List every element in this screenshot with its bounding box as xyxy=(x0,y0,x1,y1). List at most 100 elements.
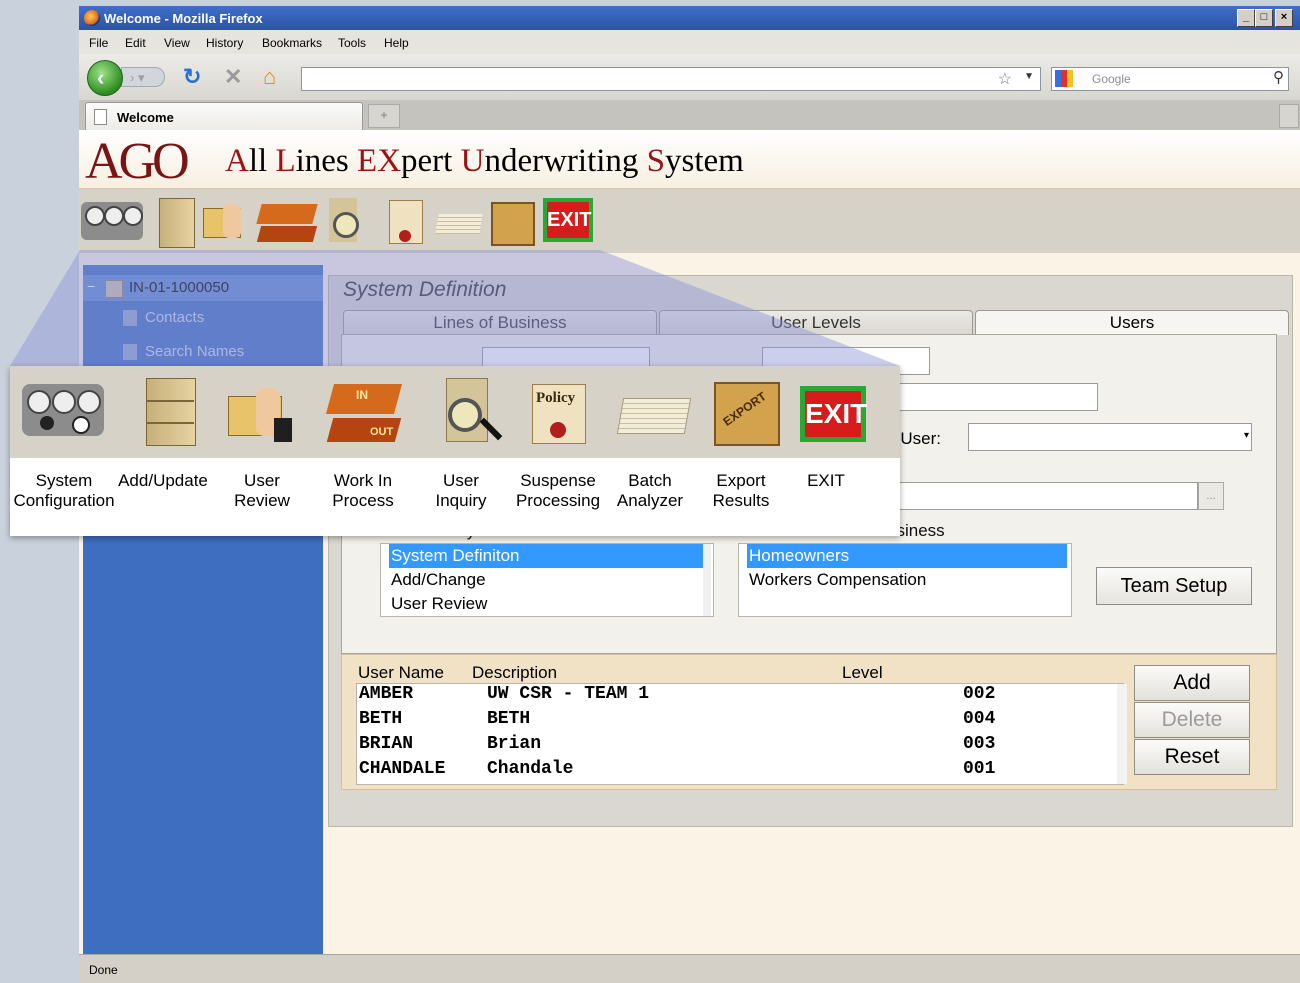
delete-button[interactable]: Delete xyxy=(1134,702,1250,738)
menu-tools[interactable]: Tools xyxy=(338,36,366,50)
back-button[interactable]: ‹ xyxy=(87,60,123,96)
menu-edit[interactable]: Edit xyxy=(125,36,146,50)
tab-users[interactable]: Users xyxy=(975,310,1289,335)
web-content: AGO All Lines EXpert Underwriting System xyxy=(79,130,1300,954)
url-field[interactable]: ☆ ▼ xyxy=(301,67,1041,91)
tab-lines-of-business[interactable]: Lines of Business xyxy=(343,310,657,335)
menu-bookmarks[interactable]: Bookmarks xyxy=(262,36,322,50)
toolbar-label-user-inquiry[interactable]: User Inquiry xyxy=(422,471,500,511)
thumbs-up-icon[interactable] xyxy=(228,378,296,446)
system-definition-panel: System Definition Lines of Business User… xyxy=(328,275,1293,827)
table-row[interactable]: BETH BETH 004 xyxy=(359,709,1109,734)
table-row[interactable]: CHANDALE Chandale 001 xyxy=(359,759,1109,784)
close-button[interactable]: × xyxy=(1275,9,1293,27)
bookmark-star-icon[interactable]: ☆ xyxy=(998,69,1012,89)
list-item[interactable]: Workers Compensation xyxy=(749,568,926,592)
forward-button[interactable]: › ▾ xyxy=(121,67,165,87)
export-crate-icon[interactable]: EXPORT xyxy=(712,378,780,446)
tree-item-label: Contacts xyxy=(145,309,205,326)
paper-stack-icon[interactable] xyxy=(616,378,692,446)
list-item[interactable]: Homeowners xyxy=(747,544,1067,568)
column-header-level: Level xyxy=(842,663,883,682)
menu-view[interactable]: View xyxy=(164,36,190,50)
maximize-button[interactable]: □ xyxy=(1255,9,1273,27)
users-table[interactable]: AMBER UW CSR - TEAM 1 002 BETH BETH 004 … xyxy=(356,683,1127,785)
minimize-button[interactable]: _ xyxy=(1237,9,1255,27)
gauges-icon[interactable] xyxy=(20,378,106,446)
ago-logo: AGO xyxy=(85,133,190,190)
collapse-icon[interactable]: − xyxy=(87,278,97,294)
menu-bar: File Edit View History Bookmarks Tools H… xyxy=(79,30,1300,54)
in-out-tray-icon[interactable]: IN OUT xyxy=(325,378,406,446)
reload-icon[interactable]: ↻ xyxy=(183,65,201,89)
policy-scroll-icon[interactable] xyxy=(379,196,429,246)
app-toolbar: EXIT xyxy=(79,189,1300,253)
toolbar-label-work-in-process[interactable]: Work In Process xyxy=(320,471,406,511)
tab-user-levels[interactable]: User Levels xyxy=(659,310,973,335)
chevron-down-icon[interactable]: ▾ xyxy=(1244,430,1249,441)
browse-button[interactable]: ... xyxy=(1198,482,1224,510)
exit-sign-icon[interactable]: EXIT xyxy=(541,196,597,246)
system-functions-list[interactable]: System Definiton Add/Change User Review xyxy=(380,543,714,617)
toolbar-label-suspense-processing[interactable]: Suspense Processing xyxy=(512,471,604,511)
status-text: Done xyxy=(89,963,118,977)
stop-icon[interactable]: ✕ xyxy=(224,65,242,89)
new-tab-button[interactable]: + xyxy=(368,104,400,128)
browser-tab-welcome[interactable]: Welcome xyxy=(85,102,363,131)
tree-root-label: IN-01-1000050 xyxy=(129,279,230,296)
menu-history[interactable]: History xyxy=(206,36,243,50)
toolbar-label-export-results[interactable]: Export Results xyxy=(700,471,782,511)
file-cabinet-icon[interactable] xyxy=(140,378,208,446)
folder-icon xyxy=(105,280,123,298)
google-icon[interactable] xyxy=(1055,70,1073,87)
menu-file[interactable]: File xyxy=(89,36,108,50)
search-field[interactable]: Google ⚲ xyxy=(1051,67,1289,91)
status-bar: Done xyxy=(79,954,1300,983)
toolbar-label-batch-analyzer[interactable]: Batch Analyzer xyxy=(608,471,692,511)
tab-list-button[interactable] xyxy=(1279,104,1299,128)
lines-of-business-list[interactable]: Homeowners Workers Compensation xyxy=(738,543,1072,617)
window-title: Welcome - Mozilla Firefox xyxy=(104,11,263,26)
exit-sign-icon[interactable]: EXIT xyxy=(800,378,868,446)
contacts-icon xyxy=(123,310,137,326)
tree-item-search-names[interactable]: Search Names xyxy=(123,343,244,360)
toolbar-label-user-review[interactable]: User Review xyxy=(222,471,302,511)
magnified-icon-strip: IN OUT Policy EXPORT EXIT xyxy=(10,366,900,458)
column-header-user-name: User Name xyxy=(358,663,444,682)
toolbar-label-exit[interactable]: EXIT xyxy=(796,471,856,491)
list-item[interactable]: Add/Change xyxy=(391,568,486,592)
tab-title: Welcome xyxy=(117,110,174,125)
app-banner: AGO All Lines EXpert Underwriting System xyxy=(79,130,1300,189)
navigation-toolbar: › ▾ ‹ ↻ ✕ ⌂ ☆ ▼ Google ⚲ xyxy=(79,54,1300,100)
list-item[interactable]: System Definiton xyxy=(389,544,703,568)
table-scrollbar[interactable] xyxy=(1117,684,1127,784)
toolbar-label-system-configuration[interactable]: System Configuration xyxy=(10,471,118,511)
paper-stack-icon[interactable] xyxy=(435,196,485,246)
table-row[interactable]: AMBER UW CSR - TEAM 1 002 xyxy=(359,684,1109,709)
magnifier-icon[interactable] xyxy=(325,196,375,246)
policy-scroll-icon[interactable]: Policy xyxy=(524,378,592,446)
in-out-tray-icon[interactable] xyxy=(256,196,318,246)
file-cabinet-icon[interactable] xyxy=(153,196,203,248)
search-icon[interactable]: ⚲ xyxy=(1273,68,1284,86)
tree-item-contacts[interactable]: Contacts xyxy=(123,309,205,326)
user-select[interactable]: ▾ xyxy=(968,423,1252,451)
add-button[interactable]: Add xyxy=(1134,665,1250,701)
page-icon xyxy=(94,109,107,125)
reset-button[interactable]: Reset xyxy=(1134,739,1250,775)
menu-help[interactable]: Help xyxy=(384,36,409,50)
list-scrollbar[interactable] xyxy=(703,544,711,616)
team-setup-button[interactable]: Team Setup xyxy=(1096,567,1252,605)
home-icon[interactable]: ⌂ xyxy=(263,65,276,89)
toolbar-label-add-update[interactable]: Add/Update xyxy=(114,471,212,491)
search-names-icon xyxy=(123,344,137,360)
magnifier-icon[interactable] xyxy=(440,378,508,446)
thumbs-up-icon[interactable] xyxy=(201,196,251,246)
gauges-icon[interactable] xyxy=(81,196,143,246)
magnified-toolbar: IN OUT Policy EXPORT EXIT System Configur… xyxy=(10,366,900,536)
table-row[interactable]: BRIAN Brian 003 xyxy=(359,734,1109,759)
tree-root[interactable]: − IN-01-1000050 xyxy=(83,275,323,301)
list-item[interactable]: User Review xyxy=(391,592,487,616)
export-crate-icon[interactable] xyxy=(487,196,537,246)
chevron-down-icon[interactable]: ▼ xyxy=(1024,71,1034,82)
